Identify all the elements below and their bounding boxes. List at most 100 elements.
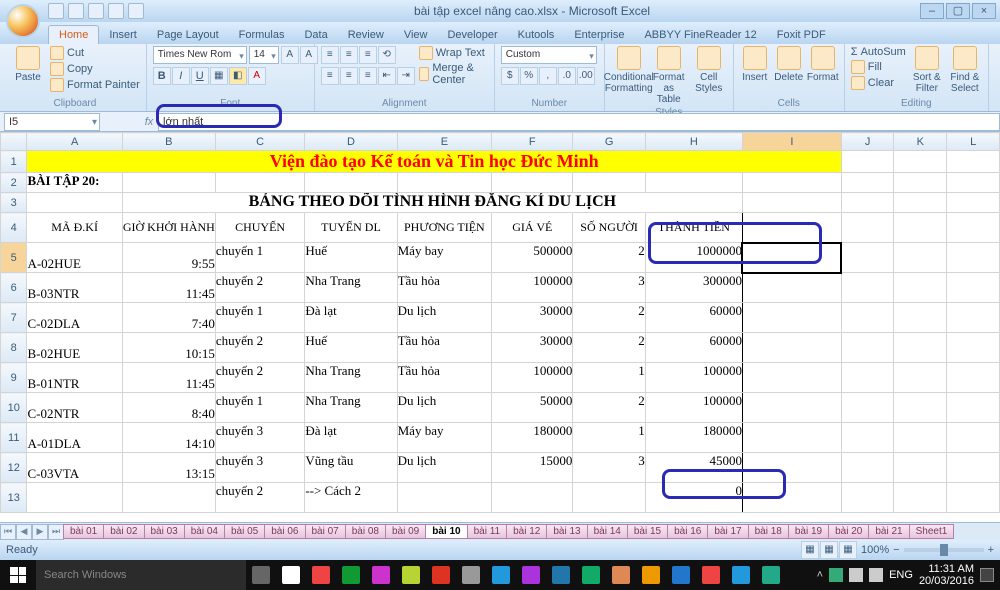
cell[interactable] xyxy=(894,303,947,333)
zoom-level[interactable]: 100% xyxy=(861,544,889,556)
sheet-tab[interactable]: bài 17 xyxy=(707,524,748,539)
cell[interactable]: 7:40 xyxy=(122,303,215,333)
col-header[interactable]: D xyxy=(305,133,397,151)
cell[interactable] xyxy=(947,151,1000,173)
tab-developer[interactable]: Developer xyxy=(437,26,507,44)
col-header[interactable]: H xyxy=(645,133,742,151)
tab-page-layout[interactable]: Page Layout xyxy=(147,26,229,44)
row-header[interactable]: 12 xyxy=(1,453,27,483)
taskbar-app[interactable] xyxy=(246,560,276,590)
cell[interactable] xyxy=(841,213,894,243)
cell[interactable] xyxy=(742,483,841,513)
cell[interactable]: chuyến 3 xyxy=(215,453,304,483)
cell[interactable] xyxy=(894,453,947,483)
row-header[interactable]: 6 xyxy=(1,273,27,303)
sheet-tab[interactable]: bài 05 xyxy=(224,524,265,539)
cell[interactable] xyxy=(841,303,894,333)
tab-insert[interactable]: Insert xyxy=(99,26,147,44)
cell[interactable] xyxy=(841,393,894,423)
tray-icon[interactable] xyxy=(829,568,843,582)
conditional-formatting-button[interactable]: Conditional Formatting xyxy=(611,46,647,94)
cell[interactable]: Máy bay xyxy=(397,243,492,273)
currency-button[interactable]: $ xyxy=(501,67,519,85)
indent-inc-button[interactable]: ⇥ xyxy=(397,67,415,85)
cell[interactable] xyxy=(947,363,1000,393)
format-button[interactable]: Format xyxy=(808,46,838,83)
cut-button[interactable]: Cut xyxy=(50,46,140,60)
cell[interactable] xyxy=(894,193,947,213)
cell[interactable] xyxy=(841,483,894,513)
cell[interactable]: Nha Trang xyxy=(305,363,397,393)
taskbar-app[interactable] xyxy=(756,560,786,590)
cell[interactable]: 1 xyxy=(573,363,645,393)
cell[interactable]: C-02NTR xyxy=(27,393,122,423)
sheet-tab[interactable]: bài 08 xyxy=(345,524,386,539)
cell[interactable] xyxy=(841,243,894,273)
cell[interactable] xyxy=(841,423,894,453)
cell[interactable] xyxy=(947,173,1000,193)
cell[interactable]: MÃ Đ.KÍ xyxy=(27,213,122,243)
format-painter-button[interactable]: Format Painter xyxy=(50,78,140,92)
sheet-tab[interactable]: bài 01 xyxy=(63,524,104,539)
tray-lang[interactable]: ENG xyxy=(889,569,913,581)
cell[interactable] xyxy=(894,243,947,273)
find-select-button[interactable]: Find & Select xyxy=(948,46,982,94)
cell[interactable] xyxy=(947,483,1000,513)
cell[interactable] xyxy=(894,363,947,393)
cell[interactable]: TUYẾN DL xyxy=(305,213,397,243)
row-header[interactable]: 3 xyxy=(1,193,27,213)
cell[interactable]: Đà lạt xyxy=(305,423,397,453)
cell[interactable]: 2 xyxy=(573,393,645,423)
row-header[interactable]: 5 xyxy=(1,243,27,273)
cell[interactable] xyxy=(841,193,894,213)
cell[interactable]: 2 xyxy=(573,303,645,333)
cell[interactable]: THÀNH TIỀN xyxy=(645,213,742,243)
formula-bar[interactable]: lớn nhất xyxy=(158,113,1000,131)
cell[interactable]: 0 xyxy=(645,483,742,513)
cell[interactable]: Du lịch xyxy=(397,303,492,333)
cell[interactable] xyxy=(947,303,1000,333)
cell[interactable] xyxy=(742,453,841,483)
sheet-tab[interactable]: bài 10 xyxy=(425,524,467,539)
tab-home[interactable]: Home xyxy=(48,25,99,44)
cell[interactable] xyxy=(742,423,841,453)
format-as-table-button[interactable]: Format as Table xyxy=(651,46,687,105)
tab-nav-next[interactable]: ▶ xyxy=(32,524,48,540)
cell[interactable] xyxy=(841,273,894,303)
col-header[interactable]: A xyxy=(27,133,122,151)
tray-network-icon[interactable] xyxy=(849,568,863,582)
taskbar-app[interactable] xyxy=(336,560,366,590)
taskbar-app[interactable] xyxy=(486,560,516,590)
cell[interactable]: 8:40 xyxy=(122,393,215,423)
delete-button[interactable]: Delete xyxy=(774,46,804,83)
orientation-button[interactable]: ⟲ xyxy=(378,46,396,64)
taskbar-app[interactable] xyxy=(276,560,306,590)
cell[interactable]: 9:55 xyxy=(122,243,215,273)
cell[interactable] xyxy=(947,213,1000,243)
sort-filter-button[interactable]: Sort & Filter xyxy=(910,46,944,94)
align-top-button[interactable]: ≡ xyxy=(321,46,339,64)
cell-styles-button[interactable]: Cell Styles xyxy=(691,46,727,94)
cell[interactable] xyxy=(742,303,841,333)
tab-enterprise[interactable]: Enterprise xyxy=(564,26,634,44)
cell[interactable]: Tầu hỏa xyxy=(397,273,492,303)
dec-decimal-button[interactable]: .00 xyxy=(577,67,595,85)
cell[interactable]: chuyến 2 xyxy=(215,363,304,393)
cell[interactable] xyxy=(215,173,304,193)
cell[interactable] xyxy=(742,213,841,243)
cell[interactable]: 11:45 xyxy=(122,273,215,303)
tab-view[interactable]: View xyxy=(394,26,438,44)
sheet-tab[interactable]: Sheet1 xyxy=(909,524,955,539)
qat-open-icon[interactable] xyxy=(128,3,144,19)
cell[interactable]: 3 xyxy=(573,273,645,303)
row-header[interactable]: 7 xyxy=(1,303,27,333)
autosum-button[interactable]: ΣAutoSum xyxy=(851,46,906,58)
cell[interactable]: Máy bay xyxy=(397,423,492,453)
row-header[interactable]: 11 xyxy=(1,423,27,453)
col-header[interactable]: F xyxy=(492,133,573,151)
close-button[interactable]: × xyxy=(972,3,996,19)
taskbar-app[interactable] xyxy=(456,560,486,590)
cell[interactable]: chuyến 2 xyxy=(215,273,304,303)
align-bottom-button[interactable]: ≡ xyxy=(359,46,377,64)
tab-review[interactable]: Review xyxy=(338,26,394,44)
